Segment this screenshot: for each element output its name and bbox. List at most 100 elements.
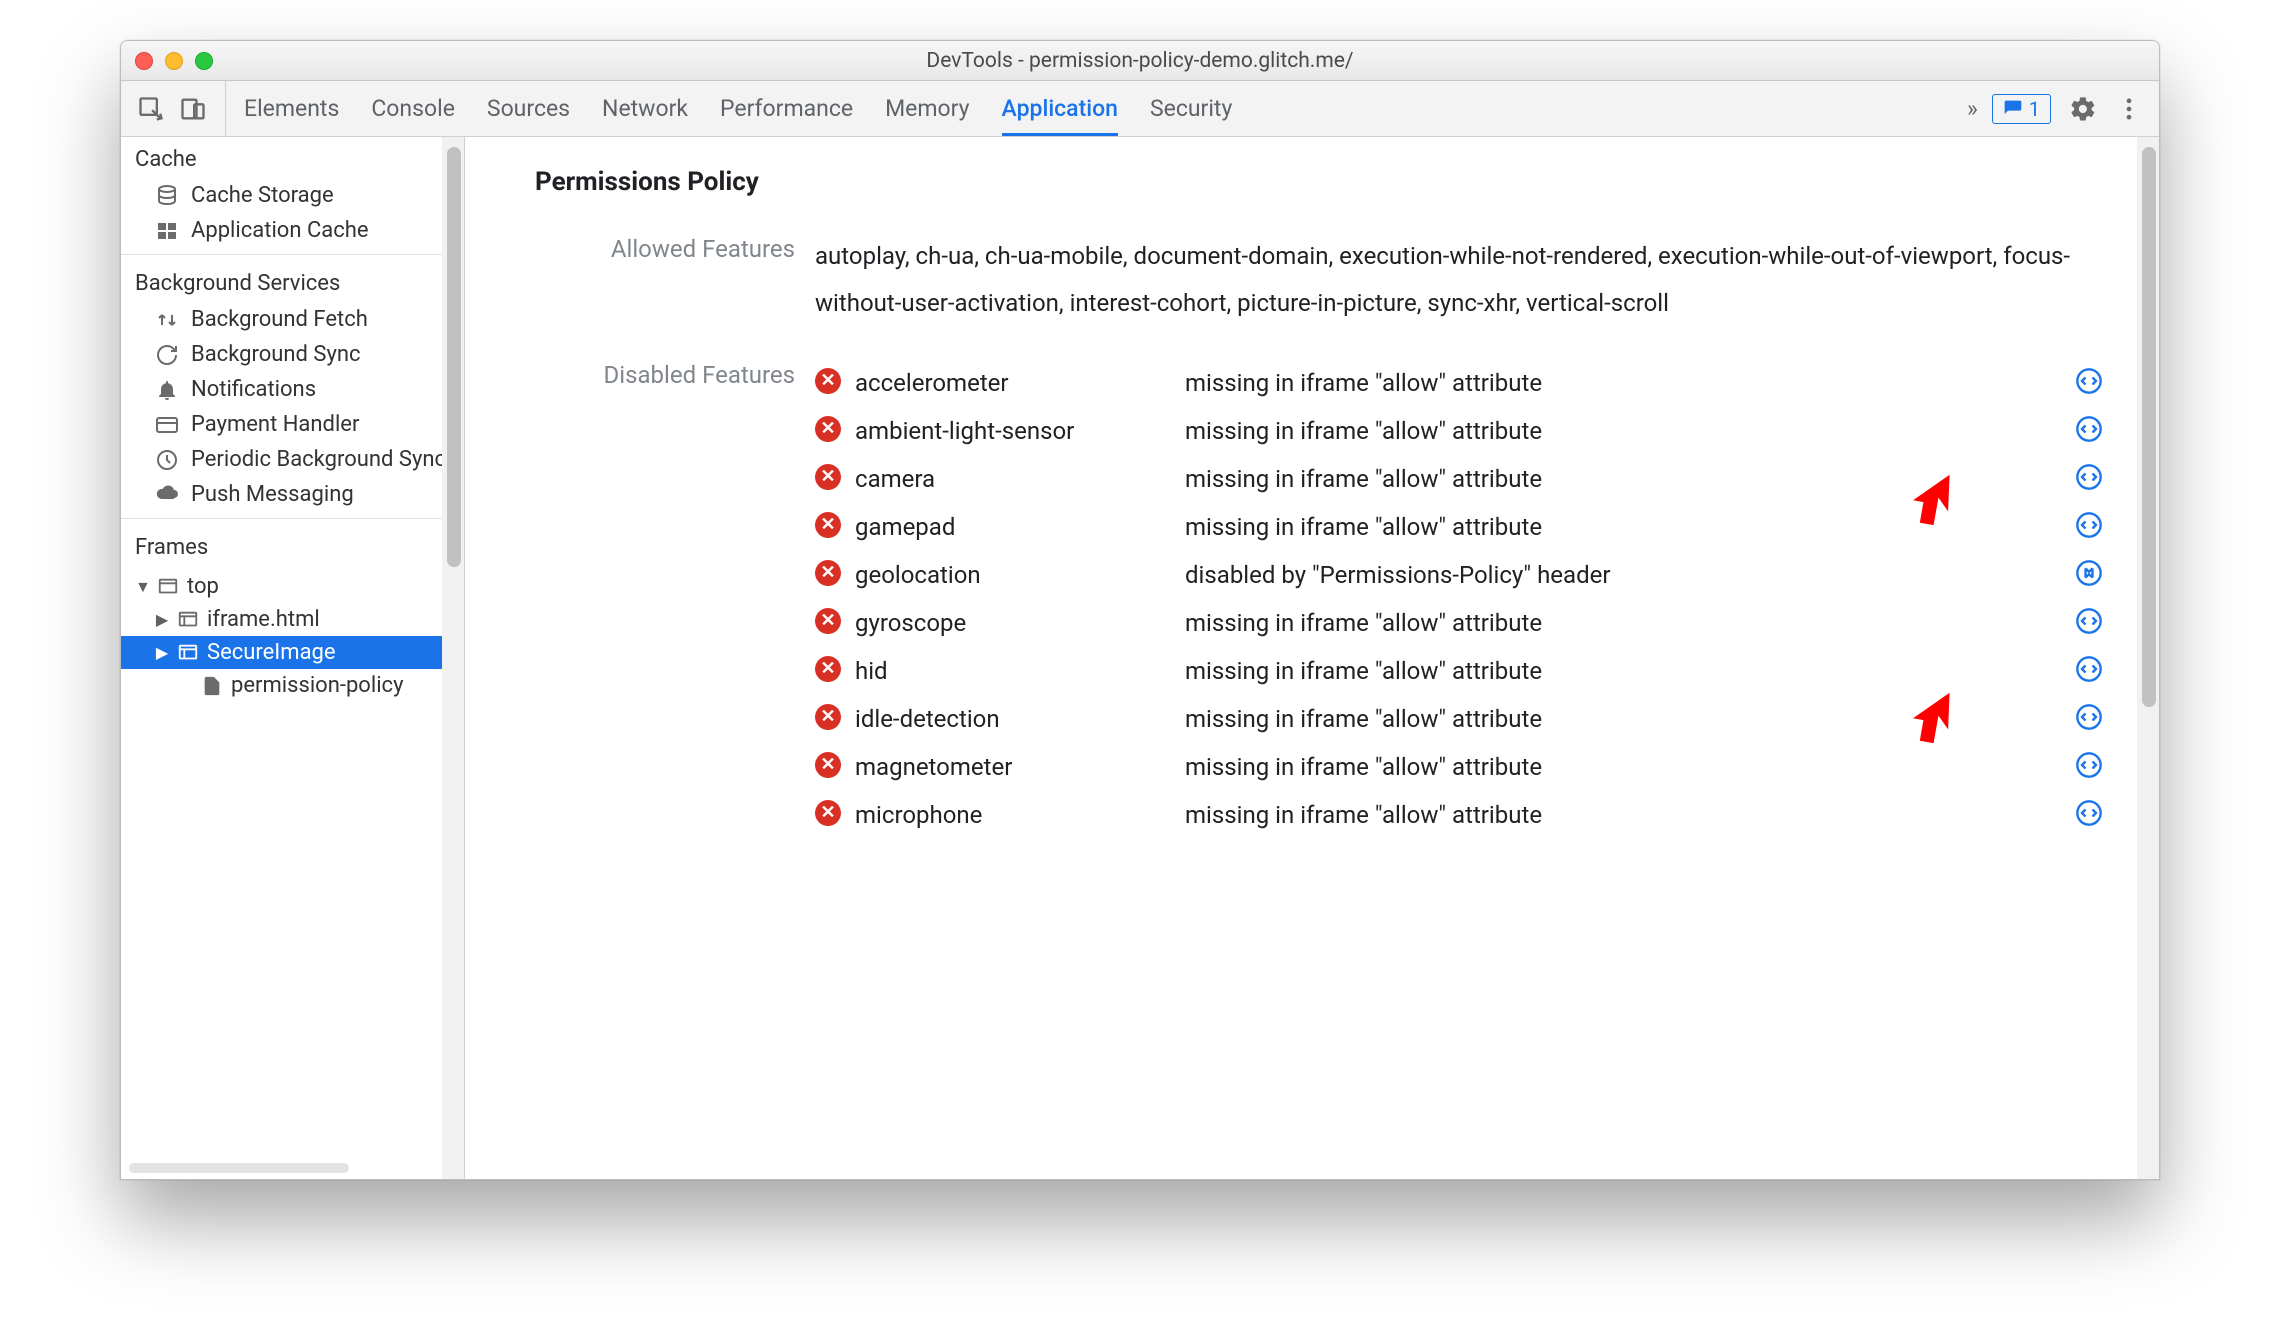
allowed-features-label: Allowed Features	[535, 233, 795, 263]
feature-name: geolocation	[855, 557, 1175, 593]
sidebar-horizontal-scrollbar[interactable]	[129, 1163, 349, 1173]
sidebar-item-periodic-background-sync[interactable]: Periodic Background Sync	[121, 442, 464, 477]
main-vertical-scrollbar-track[interactable]	[2137, 137, 2159, 1179]
sidebar-item-notifications[interactable]: Notifications	[121, 372, 464, 407]
sidebar-section-frames: Frames	[121, 525, 464, 566]
window-icon	[157, 576, 179, 598]
tab-security[interactable]: Security	[1150, 81, 1232, 136]
error-x-icon: ✕	[815, 464, 841, 490]
disabled-features-list: ✕accelerometermissing in iframe "allow" …	[815, 359, 2119, 839]
tab-sources[interactable]: Sources	[487, 81, 570, 136]
devtools-window: DevTools - permission-policy-demo.glitch…	[120, 40, 2160, 1180]
cache-storage-icon	[155, 184, 179, 208]
feature-name: microphone	[855, 797, 1175, 833]
reveal-source-icon[interactable]	[2075, 511, 2103, 539]
frame-node-iframe-html[interactable]: ▶iframe.html	[121, 603, 464, 636]
frame-icon	[177, 642, 199, 664]
error-x-icon: ✕	[815, 512, 841, 538]
disabled-features-label: Disabled Features	[535, 359, 795, 389]
frame-node-top[interactable]: ▼top	[121, 570, 464, 603]
tab-performance[interactable]: Performance	[720, 81, 853, 136]
sidebar-item-application-cache[interactable]: Application Cache	[121, 213, 464, 248]
document-icon	[201, 675, 223, 697]
feature-reason: missing in iframe "allow" attribute	[1185, 413, 2065, 449]
toolbar-left-cluster	[137, 81, 226, 136]
reveal-source-icon[interactable]	[2075, 655, 2103, 683]
reveal-source-icon[interactable]	[2075, 703, 2103, 731]
main-content: Permissions Policy Allowed Features auto…	[465, 137, 2159, 1179]
disabled-feature-row: ✕idle-detectionmissing in iframe "allow"…	[815, 695, 2119, 743]
frame-icon	[177, 609, 199, 631]
settings-gear-icon[interactable]	[2069, 95, 2097, 123]
panel-body: Cache Cache StorageApplication Cache Bac…	[121, 137, 2159, 1179]
sidebar-item-cache-storage[interactable]: Cache Storage	[121, 178, 464, 213]
feature-reason: missing in iframe "allow" attribute	[1185, 701, 2065, 737]
error-x-icon: ✕	[815, 368, 841, 394]
application-cache-icon	[155, 219, 179, 243]
disabled-feature-row: ✕ camera missing in iframe "allow" attribu…	[815, 455, 2119, 503]
feature-reason: disabled by "Permissions-Policy" header	[1185, 557, 2065, 593]
main-vertical-scrollbar-thumb[interactable]	[2142, 147, 2156, 707]
sidebar-item-push-messaging[interactable]: Push Messaging	[121, 477, 464, 512]
toolbar-right-cluster: 1	[1992, 94, 2143, 124]
tab-application[interactable]: Application	[1002, 81, 1118, 136]
disabled-feature-row: ✕ hid missing in iframe "allow" attribute	[815, 647, 2119, 695]
background-sync-icon	[155, 343, 179, 367]
allowed-features-row: Allowed Features autoplay, ch-ua, ch-ua-…	[535, 233, 2119, 327]
feature-reason: missing in iframe "allow" attribute	[1185, 797, 2065, 833]
allowed-features-value: autoplay, ch-ua, ch-ua-mobile, document-…	[815, 233, 2119, 327]
devtools-toolbar: Elements Console Sources Network Performance…	[121, 81, 2159, 137]
disabled-feature-row: ✕gyroscopemissing in iframe "allow" attr…	[815, 599, 2119, 647]
tab-elements[interactable]: Elements	[244, 81, 339, 136]
feature-reason: missing in iframe "allow" attribute	[1185, 365, 2065, 401]
error-x-icon: ✕	[815, 704, 841, 730]
reveal-source-icon[interactable]	[2075, 607, 2103, 635]
page-heading: Permissions Policy	[535, 167, 2119, 197]
issues-badge[interactable]: 1	[1992, 94, 2051, 124]
tab-console[interactable]: Console	[371, 81, 455, 136]
disabled-feature-row: ✕ geolocation disabled by "Permissions-Pol…	[815, 551, 2119, 599]
sidebar-item-background-sync[interactable]: Background Sync	[121, 337, 464, 372]
frame-node-permission-policy[interactable]: permission-policy	[121, 669, 464, 702]
tab-memory[interactable]: Memory	[885, 81, 969, 136]
disabled-feature-row: ✕accelerometermissing in iframe "allow" …	[815, 359, 2119, 407]
reveal-source-icon[interactable]	[2075, 415, 2103, 443]
sidebar-item-background-fetch[interactable]: Background Fetch	[121, 302, 464, 337]
feature-name: magnetometer	[855, 749, 1175, 785]
tab-network[interactable]: Network	[602, 81, 688, 136]
periodic-background-sync-icon	[155, 448, 179, 472]
feature-reason: missing in iframe "allow" attribute	[1185, 509, 2065, 545]
sidebar-section-cache: Cache	[121, 137, 464, 178]
error-x-icon: ✕	[815, 608, 841, 634]
inspect-element-icon[interactable]	[137, 95, 165, 123]
frame-node-secureimage[interactable]: ▶SecureImage	[121, 636, 464, 669]
sidebar-vertical-scrollbar-track[interactable]	[442, 137, 464, 1179]
kebab-menu-icon[interactable]	[2115, 95, 2143, 123]
panel-tabs: Elements Console Sources Network Performance…	[244, 81, 1953, 136]
feature-name: hid	[855, 653, 1175, 689]
reveal-source-icon[interactable]	[2075, 751, 2103, 779]
reveal-source-icon[interactable]	[2075, 799, 2103, 827]
tree-twisty-icon[interactable]: ▼	[135, 577, 149, 597]
reveal-source-icon[interactable]	[2075, 463, 2103, 491]
reveal-network-icon[interactable]	[2075, 559, 2103, 587]
sidebar-vertical-scrollbar-thumb[interactable]	[447, 147, 461, 567]
feature-reason: missing in iframe "allow" attribute	[1185, 461, 2065, 497]
application-sidebar: Cache Cache StorageApplication Cache Bac…	[121, 137, 465, 1179]
window-title: DevTools - permission-policy-demo.glitch…	[121, 49, 2159, 73]
sidebar-item-payment-handler[interactable]: Payment Handler	[121, 407, 464, 442]
feature-name: gyroscope	[855, 605, 1175, 641]
tree-twisty-icon[interactable]: ▶	[155, 643, 169, 662]
overflow-tabs-button[interactable]: »	[1961, 95, 1984, 122]
device-toolbar-icon[interactable]	[179, 95, 207, 123]
reveal-source-icon[interactable]	[2075, 367, 2103, 395]
feature-name: gamepad	[855, 509, 1175, 545]
disabled-feature-row: ✕magnetometermissing in iframe "allow" a…	[815, 743, 2119, 791]
error-x-icon: ✕	[815, 560, 841, 586]
feature-reason: missing in iframe "allow" attribute	[1185, 653, 2065, 689]
error-x-icon: ✕	[815, 656, 841, 682]
sidebar-section-background: Background Services	[121, 261, 464, 302]
tree-twisty-icon[interactable]: ▶	[155, 610, 169, 629]
payment-handler-icon	[155, 413, 179, 437]
feature-name: camera	[855, 461, 1175, 497]
